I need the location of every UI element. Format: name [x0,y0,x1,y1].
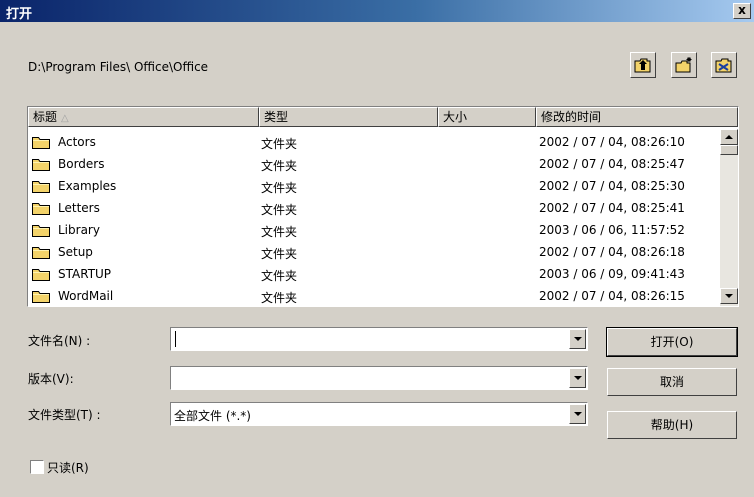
folder-icon-wrap [32,289,50,306]
folder-icon [32,181,50,193]
open-dialog: 打开 x D:\Program Files\ Office\Office 标题 △… [0,0,754,497]
file-modified: 2003 / 06 / 06, 11:57:52 [539,223,685,237]
folder-icon [32,159,50,171]
folder-icon [32,269,50,281]
file-modified: 2002 / 07 / 04, 08:25:41 [539,201,685,215]
filename-label: 文件名(N) : [28,334,91,348]
file-type: 文件夹 [261,269,298,283]
open-button[interactable]: 打开(O) [606,327,738,357]
folder-icon-wrap [32,157,50,174]
file-name: Letters [58,201,100,215]
default-directory-button[interactable] [711,52,737,78]
version-dropdown-button[interactable] [569,368,586,388]
filename-dropdown-button[interactable] [569,329,586,349]
vertical-scrollbar[interactable] [720,129,738,306]
file-modified: 2003 / 06 / 09, 09:41:43 [539,267,685,281]
help-button[interactable]: 帮助(H) [607,411,737,439]
new-folder-button[interactable] [671,52,697,78]
folder-icon [32,247,50,259]
file-name: Examples [58,179,117,193]
file-modified: 2002 / 07 / 04, 08:26:15 [539,289,685,303]
text-cursor [175,331,176,347]
folder-icon [32,225,50,237]
file-type: 文件夹 [261,159,298,173]
file-name: Actors [58,135,96,149]
file-type: 文件夹 [261,181,298,195]
up-folder-icon [634,58,651,73]
folder-icon [32,137,50,149]
folder-icon-wrap [32,135,50,152]
file-row[interactable]: Setup 文件夹 2002 / 07 / 04, 08:26:18 [28,241,718,263]
default-folder-icon [715,58,732,73]
folder-icon [32,291,50,303]
column-header-size[interactable]: 大小 [438,107,536,127]
file-name: Library [58,223,100,237]
file-row[interactable]: WordMail 文件夹 2002 / 07 / 04, 08:26:15 [28,285,718,306]
file-name: WordMail [58,289,114,303]
arrow-up-icon [725,135,733,139]
file-modified: 2002 / 07 / 04, 08:25:30 [539,179,685,193]
arrow-down-icon [725,294,733,298]
folder-icon-wrap [32,267,50,284]
readonly-label: 只读(R) [47,461,89,475]
version-combobox[interactable] [170,366,588,390]
filetype-label: 文件类型(T) : [28,408,101,422]
filetype-dropdown-button[interactable] [569,404,586,424]
file-list[interactable]: 标题 △ 类型 大小 修改的时间 Actors 文件夹 2002 / 07 / 04,… [27,106,739,307]
version-label: 版本(V): [28,372,74,386]
folder-icon-wrap [32,179,50,196]
file-row[interactable]: Borders 文件夹 2002 / 07 / 04, 08:25:47 [28,153,718,175]
folder-icon-wrap [32,223,50,240]
file-type: 文件夹 [261,247,298,261]
column-header-title-label: 标题 [33,110,58,124]
chevron-down-icon [574,412,582,416]
file-modified: 2002 / 07 / 04, 08:26:10 [539,135,685,149]
file-row[interactable]: Actors 文件夹 2002 / 07 / 04, 08:26:10 [28,131,718,153]
file-name: Setup [58,245,93,259]
file-modified: 2002 / 07 / 04, 08:25:47 [539,157,685,171]
file-row[interactable]: Examples 文件夹 2002 / 07 / 04, 08:25:30 [28,175,718,197]
file-type: 文件夹 [261,203,298,217]
file-type: 文件夹 [261,137,298,151]
title-bar[interactable]: 打开 x [0,0,754,22]
file-type: 文件夹 [261,225,298,239]
file-name: STARTUP [58,267,112,281]
file-modified: 2002 / 07 / 04, 08:26:18 [539,245,685,259]
filetype-combobox[interactable]: 全部文件 (*.*) [170,402,588,426]
filename-combobox[interactable] [170,327,588,351]
folder-icon-wrap [32,245,50,262]
cancel-button[interactable]: 取消 [607,368,737,396]
new-folder-icon [675,57,692,73]
column-header-type[interactable]: 类型 [259,107,438,127]
current-path: D:\Program Files\ Office\Office [28,60,209,74]
file-row[interactable]: Letters 文件夹 2002 / 07 / 04, 08:25:41 [28,197,718,219]
column-header-title[interactable]: 标题 △ [28,107,259,127]
sort-ascending-icon: △ [61,113,69,124]
filetype-value: 全部文件 (*.*) [174,409,251,423]
scroll-thumb[interactable] [720,145,738,155]
column-header-modified[interactable]: 修改的时间 [536,107,738,127]
file-row[interactable]: Library 文件夹 2003 / 06 / 06, 11:57:52 [28,219,718,241]
up-one-level-button[interactable] [630,52,656,78]
folder-icon [32,203,50,215]
readonly-checkbox[interactable] [30,460,44,474]
readonly-option[interactable]: 只读(R) [30,459,89,476]
scroll-up-button[interactable] [720,129,738,145]
file-row[interactable]: STARTUP 文件夹 2003 / 06 / 09, 09:41:43 [28,263,718,285]
chevron-down-icon [574,376,582,380]
folder-icon-wrap [32,201,50,218]
scroll-down-button[interactable] [720,288,738,304]
file-type: 文件夹 [261,291,298,305]
dialog-title: 打开 [6,7,33,22]
file-name: Borders [58,157,105,171]
chevron-down-icon [574,337,582,341]
close-button[interactable]: x [733,3,751,19]
